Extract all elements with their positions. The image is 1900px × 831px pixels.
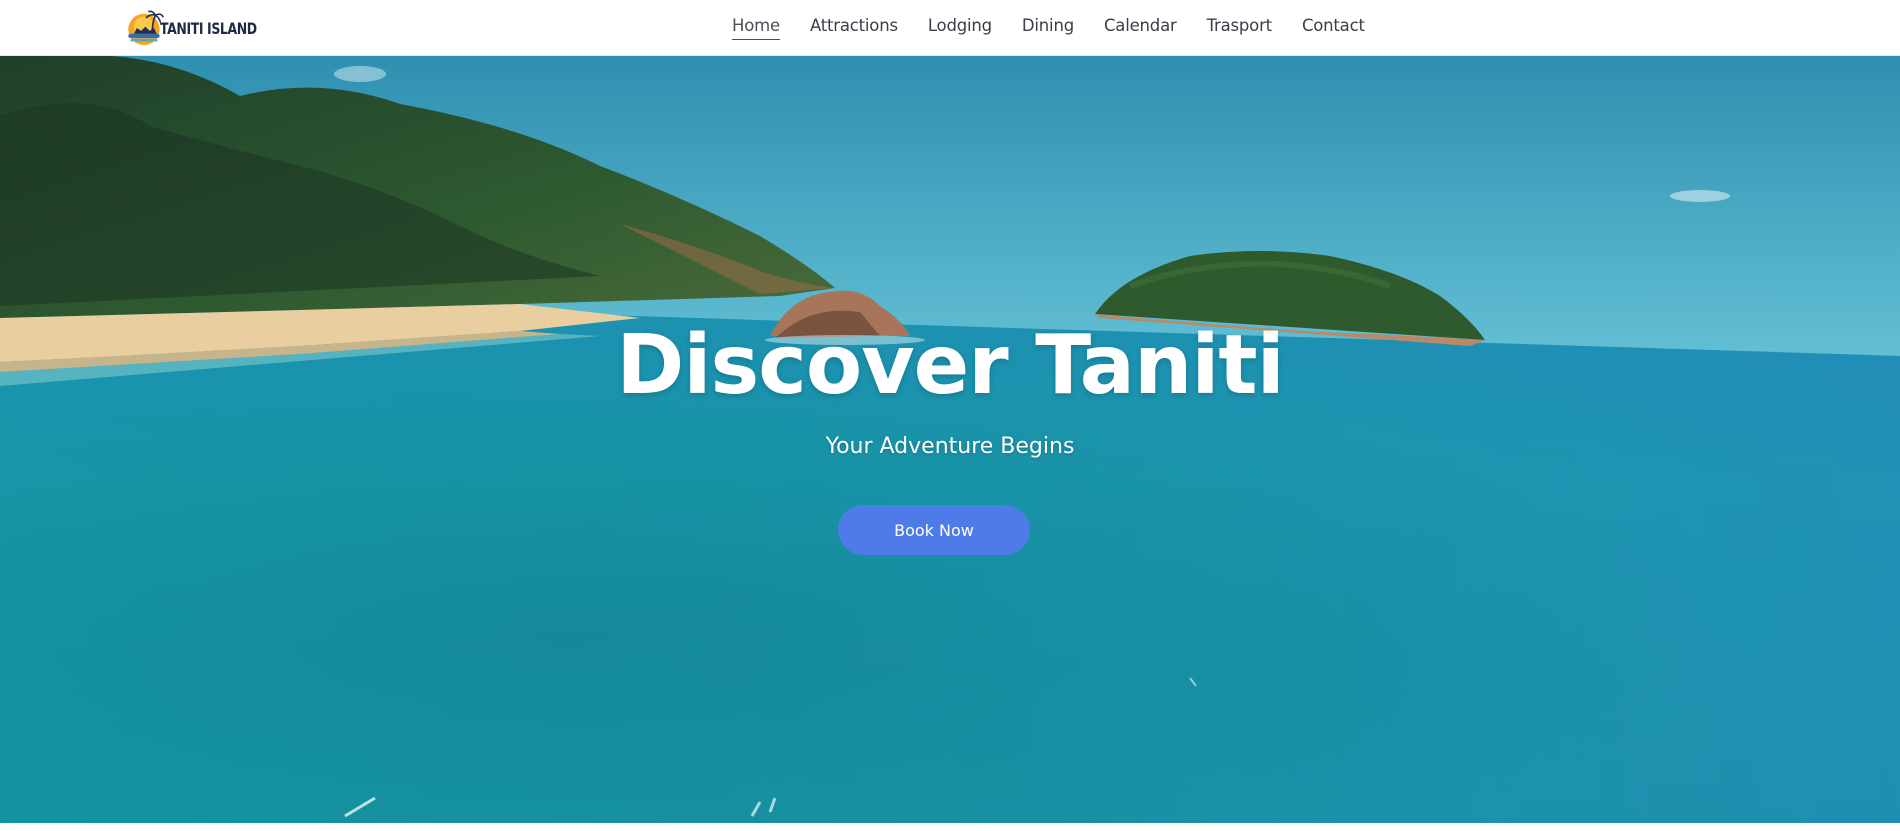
nav-dining[interactable]: Dining — [1022, 16, 1074, 40]
top-navbar: TANITI ISLAND Home Attractions Lodging D… — [0, 0, 1900, 56]
hero-section: Discover Taniti Your Adventure Begins Bo… — [0, 56, 1900, 823]
brand-name: TANITI ISLAND — [159, 18, 257, 38]
nav-contact[interactable]: Contact — [1302, 16, 1365, 40]
main-nav: Home Attractions Lodging Dining Calendar… — [732, 0, 1395, 56]
page-bottom-edge — [0, 823, 1900, 831]
nav-home[interactable]: Home — [732, 16, 780, 40]
nav-calendar[interactable]: Calendar — [1104, 16, 1177, 40]
brand-logo[interactable]: TANITI ISLAND — [124, 2, 284, 54]
hero-subtitle: Your Adventure Begins — [825, 434, 1075, 459]
nav-trasport[interactable]: Trasport — [1207, 16, 1273, 40]
hero-title: Discover Taniti — [616, 318, 1284, 413]
nav-attractions[interactable]: Attractions — [810, 16, 898, 40]
book-now-button[interactable]: Book Now — [838, 505, 1030, 555]
palm-sunset-logo-icon — [128, 10, 164, 46]
hero-content: Discover Taniti Your Adventure Begins Bo… — [0, 56, 1900, 823]
nav-lodging[interactable]: Lodging — [928, 16, 992, 40]
